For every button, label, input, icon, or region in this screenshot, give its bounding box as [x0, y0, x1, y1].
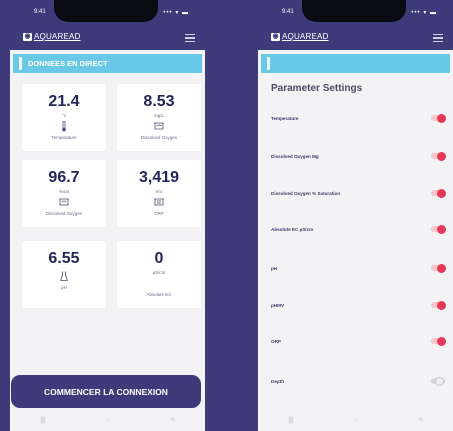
tile-label: Temperature: [51, 135, 77, 140]
tile-value: 6.55: [48, 250, 80, 267]
tile-value: 96.7: [48, 169, 80, 186]
back-icon[interactable]: <: [171, 417, 175, 424]
param-name: Depth: [271, 378, 285, 384]
param-toggle[interactable]: [431, 336, 446, 346]
param-toggle[interactable]: [431, 113, 446, 123]
orp-sensor-icon: [117, 196, 201, 208]
recents-icon[interactable]: |||: [40, 417, 45, 424]
ph-flask-icon: [22, 270, 106, 282]
section-title: DONNEES EN DIRECT: [28, 59, 108, 68]
menu-icon[interactable]: [433, 34, 443, 43]
section-accent: [19, 57, 22, 70]
param-name: Dissolved Oxygen % Saturation: [271, 190, 341, 196]
param-name: Absolute EC µS/cm: [271, 226, 314, 232]
app-name: AQUAREAD: [34, 32, 81, 41]
oxygen-sensor-icon: [22, 196, 106, 208]
param-row-orp: ORP: [271, 334, 446, 348]
app-logo: ◉ AQUAREAD: [23, 32, 81, 41]
tile-label: Dissolved Oxygen: [45, 211, 83, 216]
android-nav-bar: ||| ○ <: [10, 409, 205, 431]
param-name: Temperature: [271, 115, 299, 121]
page-title: Parameter Settings: [271, 83, 363, 94]
ec-sensor-icon: [117, 277, 201, 289]
section-accent: [267, 57, 270, 70]
param-row-ph: pH: [271, 261, 446, 275]
section-header: [261, 54, 450, 73]
param-toggle[interactable]: [431, 151, 446, 161]
tile-value: 21.4: [48, 93, 80, 110]
param-name: pHMV: [271, 302, 285, 308]
tile-ph[interactable]: 6.55 pH: [22, 241, 106, 308]
home-icon[interactable]: ○: [106, 417, 110, 424]
param-name: pH: [271, 265, 278, 271]
recents-icon[interactable]: |||: [288, 417, 293, 424]
oxygen-sensor-icon: [117, 120, 201, 132]
status-time: 9:41: [282, 9, 294, 15]
status-time: 9:41: [34, 9, 46, 15]
tile-unit: %sat: [58, 189, 69, 194]
param-toggle[interactable]: [431, 300, 446, 310]
back-icon[interactable]: <: [419, 417, 423, 424]
thermometer-icon: [22, 120, 106, 132]
tile-unit: mg/L: [153, 113, 164, 118]
android-nav-bar: ||| ○ <: [258, 409, 453, 431]
section-header: DONNEES EN DIRECT: [13, 54, 202, 73]
live-data-screen: 9:41 ••• ▾ ▬ ◉ AQUAREAD DONNEES EN DIREC…: [10, 0, 205, 431]
aquaread-logo-icon: ◉: [271, 32, 280, 41]
param-row-temperature: Temperature: [271, 111, 446, 125]
tile-unit: °c: [61, 113, 67, 118]
app-logo: ◉ AQUAREAD: [271, 32, 329, 41]
phone-notch: [54, 0, 158, 22]
tile-value: 0: [154, 250, 164, 267]
param-toggle[interactable]: [431, 188, 446, 198]
param-row-depth: Depth: [271, 374, 445, 388]
param-name: ORP: [271, 338, 281, 344]
signal-battery-icon: ••• ▾ ▬: [163, 10, 189, 16]
tile-unit: µS/cm: [152, 270, 166, 275]
home-icon[interactable]: ○: [354, 417, 358, 424]
param-row-phmv: pHMV: [271, 298, 446, 312]
tile-value: 8.53: [143, 93, 175, 110]
app-header: ◉ AQUAREAD: [258, 28, 453, 50]
param-toggle[interactable]: [431, 263, 446, 273]
param-name: Dissolved Oxygen Mg: [271, 153, 319, 159]
param-row-do-sat: Dissolved Oxygen % Saturation: [271, 186, 446, 200]
start-connection-button[interactable]: COMMENCER LA CONNEXION: [11, 375, 201, 408]
param-row-do-mg: Dissolved Oxygen Mg: [271, 149, 446, 163]
tile-label: Dissolved Oxygen: [140, 135, 178, 140]
tile-label: Absolute EC: [146, 292, 172, 297]
tile-value: 3,419: [138, 169, 180, 186]
param-toggle[interactable]: [431, 376, 445, 386]
tile-dissolved-oxygen-sat[interactable]: 96.7 %sat Dissolved Oxygen: [22, 160, 106, 227]
tile-temperature[interactable]: 21.4 °c Temperature: [22, 84, 106, 151]
aquaread-logo-icon: ◉: [23, 32, 32, 41]
tile-unit: mV: [155, 189, 163, 194]
param-toggle[interactable]: [431, 224, 446, 234]
signal-battery-icon: ••• ▾ ▬: [411, 10, 437, 16]
param-row-abs-ec: Absolute EC µS/cm: [271, 222, 446, 236]
parameter-settings-screen: 9:41 ••• ▾ ▬ ◉ AQUAREAD Parameter Settin…: [258, 0, 453, 431]
app-name: AQUAREAD: [282, 32, 329, 41]
tile-orp[interactable]: 3,419 mV ORP: [117, 160, 201, 227]
tile-absolute-ec[interactable]: 0 µS/cm Absolute EC: [117, 241, 201, 308]
menu-icon[interactable]: [185, 34, 195, 43]
tile-label: ORP: [154, 211, 164, 216]
app-header: ◉ AQUAREAD: [10, 28, 205, 50]
tile-label: pH: [61, 285, 67, 290]
tile-dissolved-oxygen-mg[interactable]: 8.53 mg/L Dissolved Oxygen: [117, 84, 201, 151]
phone-notch: [302, 0, 406, 22]
